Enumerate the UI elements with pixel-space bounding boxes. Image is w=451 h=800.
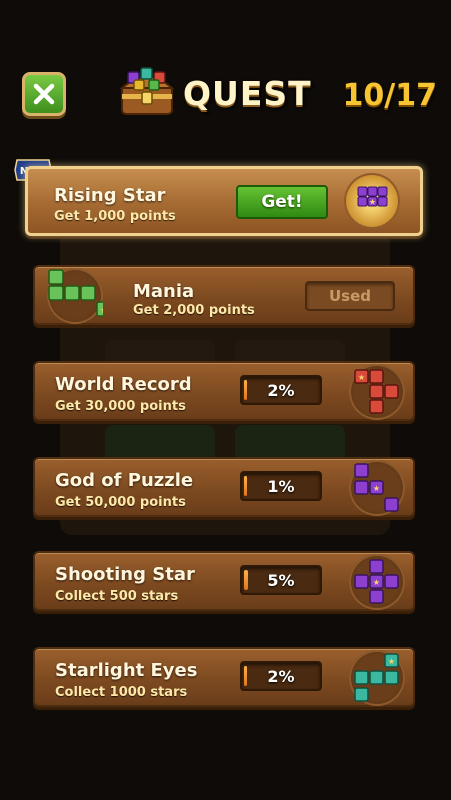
quest-description: Get 50,000 points <box>55 495 186 510</box>
progress-label: 2% <box>267 666 295 686</box>
quest-name: Mania <box>133 281 195 302</box>
quest-name: Shooting Star <box>55 564 195 585</box>
quest-description: Collect 500 stars <box>55 589 179 604</box>
quest-card-starlight-eyes: Starlight Eyes Collect 1000 stars 2% ★ <box>33 647 415 707</box>
red-block-icon: ★ <box>349 364 405 420</box>
quest-name: World Record <box>55 374 192 395</box>
progress-bar: 5% <box>240 565 322 595</box>
quest-card-shooting-star: Shooting Star Collect 500 stars 5% ★ <box>33 551 415 611</box>
progress-bar: 1% <box>240 471 322 501</box>
treasure-chest-icon <box>119 67 175 115</box>
quest-description: Get 2,000 points <box>133 303 255 318</box>
used-button[interactable]: Used <box>305 281 395 311</box>
get-reward-button[interactable]: Get! <box>236 185 328 219</box>
close-x-icon <box>33 83 55 105</box>
quest-card-rising-star: Rising Star Get 1,000 points Get! ★ <box>25 166 423 236</box>
quest-description: Collect 1000 stars <box>55 685 188 700</box>
svg-text:★: ★ <box>369 198 376 207</box>
purple-star-block-icon: ★ <box>344 173 400 229</box>
progress-label: 5% <box>267 570 295 590</box>
progress-label: 1% <box>267 476 295 496</box>
purple-block-icon: ★ <box>349 460 405 516</box>
close-button[interactable] <box>22 72 66 116</box>
svg-text:★: ★ <box>388 657 395 666</box>
progress-bar: 2% <box>240 661 322 691</box>
quest-description: Get 1,000 points <box>54 209 176 224</box>
svg-text:★: ★ <box>100 306 103 316</box>
purple-plus-block-icon: ★ <box>349 554 405 610</box>
progress-bar: 2% <box>240 375 322 405</box>
page-title: QUEST <box>183 74 312 113</box>
quest-description: Get 30,000 points <box>55 399 186 414</box>
quest-name: Starlight Eyes <box>55 660 198 681</box>
svg-text:★: ★ <box>373 484 380 493</box>
progress-label: 2% <box>267 380 295 400</box>
quest-counter: 10/17 <box>342 78 437 113</box>
quest-card-world-record: World Record Get 30,000 points 2% ★ <box>33 361 415 421</box>
quest-name: God of Puzzle <box>55 470 194 491</box>
quest-card-mania: ★ Mania Get 2,000 points Used <box>33 265 415 325</box>
quest-name: Rising Star <box>54 185 166 206</box>
svg-text:★: ★ <box>358 373 365 382</box>
teal-block-icon: ★ <box>349 650 405 706</box>
quest-card-god-of-puzzle: God of Puzzle Get 50,000 points 1% ★ <box>33 457 415 517</box>
green-block-icon: ★ <box>47 268 103 324</box>
svg-text:★: ★ <box>373 578 380 587</box>
